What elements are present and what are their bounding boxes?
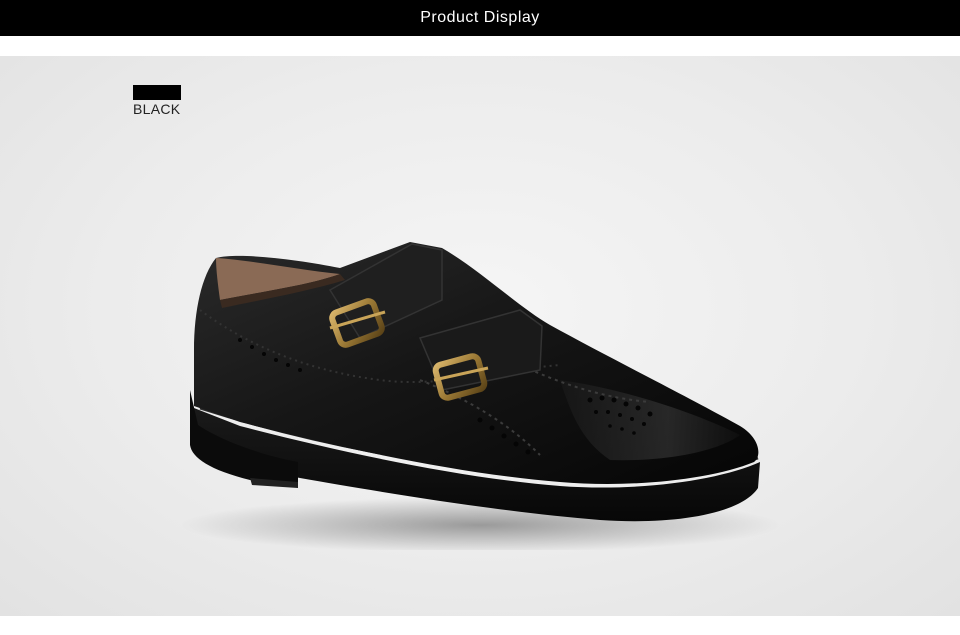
color-tag: BLACK xyxy=(133,85,181,117)
page-title: Product Display xyxy=(420,9,540,26)
product-display-page: Product Display BLACK xyxy=(0,0,960,635)
header-bar: Product Display xyxy=(0,0,960,36)
color-swatch xyxy=(133,85,181,100)
color-label: BLACK xyxy=(133,101,181,117)
shoe-image xyxy=(180,242,780,550)
